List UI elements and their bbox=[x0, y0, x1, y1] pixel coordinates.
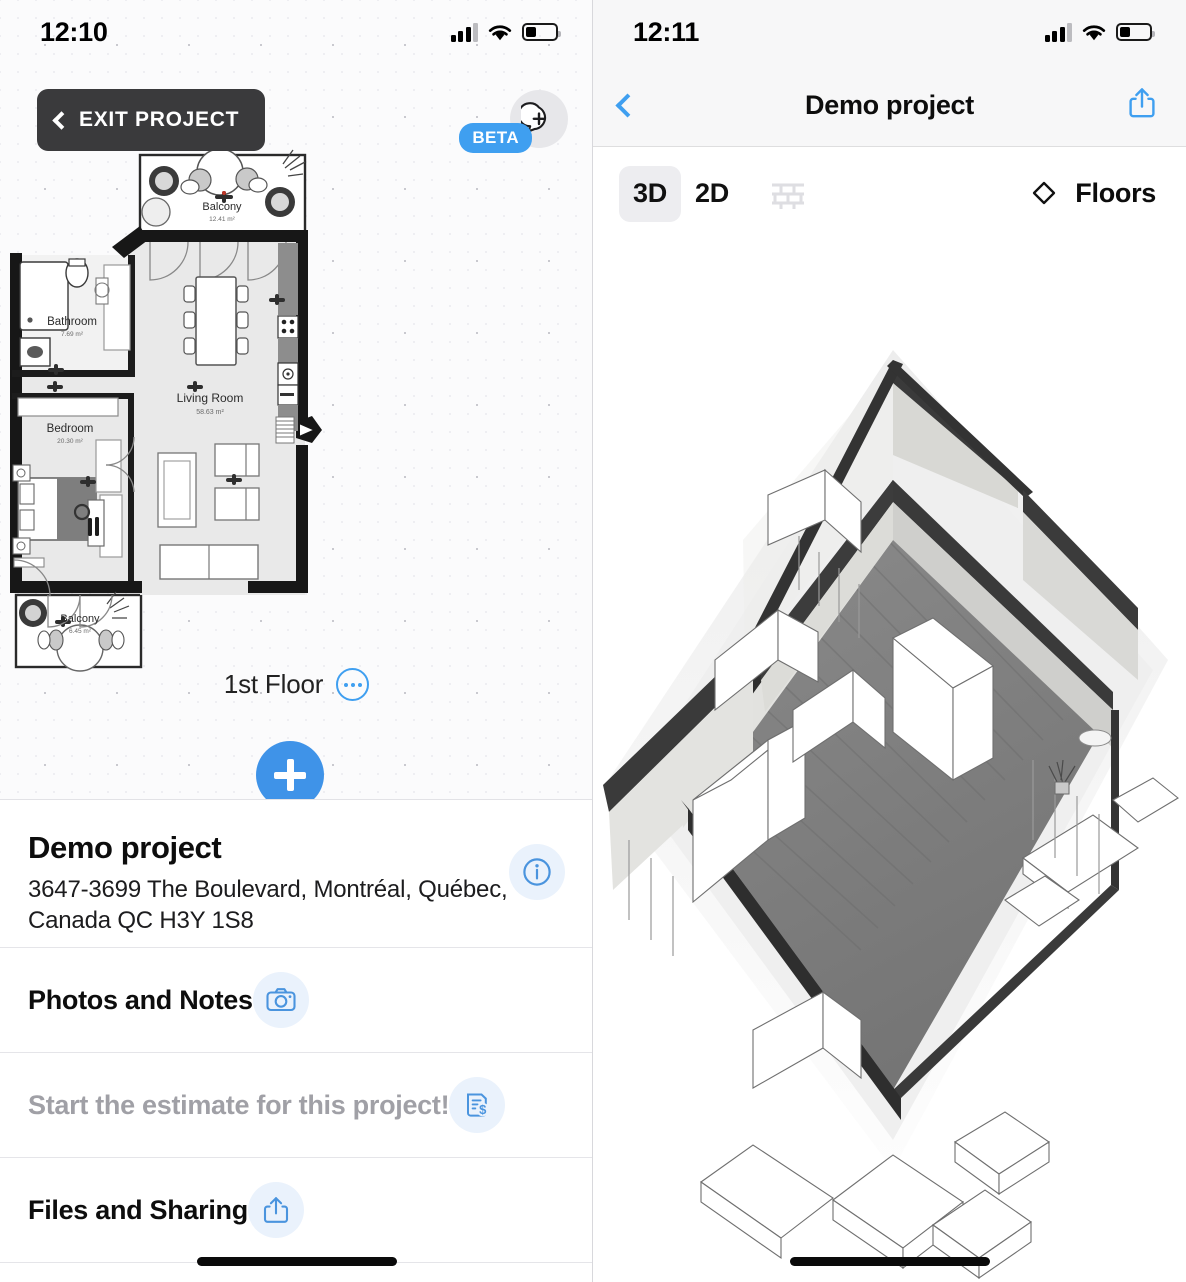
list-item[interactable]: Start the estimate for this project! $ bbox=[0, 1053, 592, 1158]
list-item[interactable]: Photos and Notes bbox=[0, 948, 592, 1053]
floors-button[interactable]: Floors bbox=[1028, 178, 1160, 210]
project-info-row[interactable]: Demo project 3647-3699 The Boulevard, Mo… bbox=[0, 800, 592, 948]
row-label-photos-and-notes: Photos and Notes bbox=[28, 984, 253, 1015]
list-item[interactable]: Files and Sharing bbox=[0, 1158, 592, 1263]
exit-project-button[interactable]: EXIT PROJECT bbox=[37, 89, 266, 151]
battery-icon bbox=[1116, 23, 1155, 41]
row-label-files-and-sharing: Files and Sharing bbox=[28, 1194, 248, 1225]
room-area-living-room: 58.63 m² bbox=[196, 409, 224, 416]
dual-screenshot-container: 12:10 EXIT PROJECT BETA Balcony 12.41 m²… bbox=[0, 0, 1186, 1282]
room-area-balcony-bottom: 6.45 m² bbox=[69, 628, 92, 635]
floor-label: 1st Floor bbox=[223, 669, 324, 699]
room-label-bedroom: Bedroom bbox=[47, 423, 94, 435]
room-area-balcony-top: 12.41 m² bbox=[209, 216, 235, 223]
info-icon[interactable] bbox=[509, 844, 565, 900]
share-icon[interactable] bbox=[1124, 84, 1160, 127]
share-icon[interactable] bbox=[247, 1182, 304, 1238]
room-label-balcony-bottom: Balcony bbox=[60, 613, 100, 625]
tab-2d[interactable]: 2D bbox=[681, 166, 743, 222]
status-bar-indicators bbox=[450, 22, 561, 42]
status-bar-left: 12:10 bbox=[0, 0, 592, 64]
page-title: Demo project bbox=[28, 830, 222, 865]
wifi-icon bbox=[488, 25, 512, 40]
3d-model-svg bbox=[593, 240, 1186, 1282]
cellular-bars-icon bbox=[450, 22, 478, 42]
chevron-left-icon bbox=[615, 92, 640, 118]
room-area-bathroom: 7.69 m² bbox=[61, 331, 84, 338]
camera-icon[interactable] bbox=[252, 972, 309, 1028]
home-indicator bbox=[196, 1257, 397, 1266]
project-address: 3647-3699 The Boulevard, Montréal, Québe… bbox=[28, 876, 508, 934]
floors-label: Floors bbox=[1075, 178, 1156, 208]
status-bar-time: 12:10 bbox=[40, 16, 108, 47]
room-area-bedroom: 20.30 m² bbox=[57, 438, 83, 445]
home-indicator bbox=[789, 1257, 990, 1266]
ellipsis-icon[interactable] bbox=[336, 668, 370, 701]
floor-selector-row: 1st Floor bbox=[0, 668, 592, 701]
status-bar-right: 12:11 bbox=[593, 0, 1186, 64]
beta-badge: BETA bbox=[459, 123, 532, 153]
wifi-icon bbox=[1082, 25, 1106, 40]
status-bar-indicators bbox=[1044, 22, 1155, 42]
project-info-texts: Demo project 3647-3699 The Boulevard, Mo… bbox=[28, 830, 509, 936]
room-label-balcony-top: Balcony bbox=[202, 201, 242, 213]
nav-title: Demo project bbox=[805, 89, 974, 120]
floorplan-svg: Balcony 12.41 m² Living Room 58.63 m² Ba… bbox=[10, 148, 322, 672]
view-toolbar: 3D 2D Floors bbox=[593, 147, 1186, 240]
tab-3d[interactable]: 3D bbox=[619, 165, 681, 222]
exit-project-label: EXIT PROJECT bbox=[79, 108, 240, 131]
3d-model-viewport[interactable] bbox=[593, 240, 1186, 1282]
svg-text:$: $ bbox=[479, 1102, 487, 1117]
project-detail-sheet: Demo project 3647-3699 The Boulevard, Mo… bbox=[0, 799, 592, 1282]
estimate-dollar-icon[interactable]: $ bbox=[449, 1077, 506, 1133]
battery-icon bbox=[522, 23, 561, 41]
back-button[interactable] bbox=[615, 82, 665, 128]
right-phone-screen: 12:11 Demo project 3D 2D Floors bbox=[593, 0, 1186, 1282]
chevron-left-icon bbox=[52, 110, 71, 130]
chevron-up-down-icon bbox=[1033, 181, 1056, 204]
room-label-bathroom: Bathroom bbox=[47, 316, 97, 328]
navigation-bar: Demo project bbox=[593, 64, 1186, 147]
cellular-bars-icon bbox=[1044, 22, 1072, 42]
status-bar-time: 12:11 bbox=[633, 16, 700, 47]
row-label-start-estimate: Start the estimate for this project! bbox=[28, 1089, 450, 1120]
left-phone-screen: 12:10 EXIT PROJECT BETA Balcony 12.41 m²… bbox=[0, 0, 593, 1282]
room-label-living-room: Living Room bbox=[177, 391, 244, 405]
floorplan-canvas[interactable]: Balcony 12.41 m² Living Room 58.63 m² Ba… bbox=[0, 140, 592, 680]
brick-wall-icon[interactable] bbox=[757, 166, 819, 222]
